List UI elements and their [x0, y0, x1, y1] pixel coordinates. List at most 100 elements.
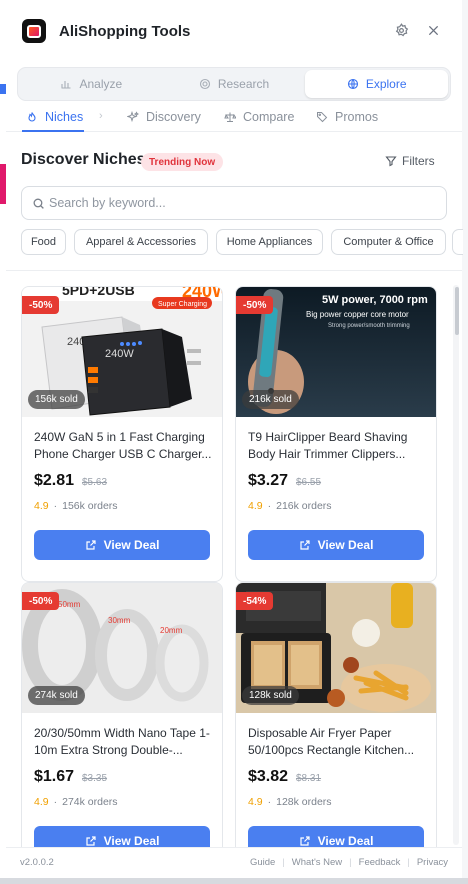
product-image: -54% 128k sold [236, 583, 436, 713]
view-deal-label: View Deal [317, 834, 374, 847]
image-text: Big power copper core motor [306, 310, 409, 319]
search-input[interactable] [49, 196, 429, 210]
chip-computer-office[interactable]: Computer & Office [331, 229, 446, 255]
orders-count: 128k orders [276, 796, 332, 808]
external-link-icon [299, 540, 310, 550]
image-text: Strong power/smooth trimming [328, 323, 410, 329]
image-text: Super Charging [158, 301, 207, 308]
window-edge [0, 878, 468, 884]
filters-button[interactable]: Filters [385, 154, 435, 168]
footer-link-privacy[interactable]: Privacy [417, 857, 448, 868]
view-deal-button[interactable]: View Deal [248, 826, 424, 847]
footer-link-whats-new[interactable]: What's New [292, 857, 342, 868]
segment-label: Research [217, 77, 270, 91]
search-icon [33, 198, 44, 209]
trending-badge: Trending Now [141, 153, 224, 171]
segment-explore[interactable]: Explore [305, 70, 449, 98]
original-price: $3.35 [82, 773, 108, 784]
product-title[interactable]: T9 HairClipper Beard Shaving Body Hair T… [248, 429, 428, 463]
product-title[interactable]: Disposable Air Fryer Paper 50/100pcs Rec… [248, 725, 428, 759]
footer-links: Guide | What's New | Feedback | Privacy [249, 857, 448, 868]
segment-label: Explore [365, 77, 407, 91]
product-meta: 4.9 · 274k orders [34, 796, 118, 808]
external-link-icon [299, 836, 310, 846]
view-deal-label: View Deal [103, 834, 160, 847]
sold-badge: 216k sold [242, 390, 299, 409]
chip-food[interactable]: Food [21, 229, 66, 255]
image-text: 20mm [160, 626, 183, 635]
background-page-fragment [0, 164, 6, 204]
rating: 4.9 [248, 500, 263, 512]
tab-promos[interactable]: Promos [316, 102, 378, 132]
section-title: Discover Niches [21, 151, 146, 168]
svg-text:240W: 240W [105, 348, 134, 360]
sold-badge: 128k sold [242, 686, 299, 705]
product-card[interactable]: 5W power, 7000 rpm Big power copper core… [235, 286, 437, 582]
footer-link-guide[interactable]: Guide [250, 857, 275, 868]
product-title[interactable]: 240W GaN 5 in 1 Fast Charging Phone Char… [34, 429, 214, 463]
product-image: 5W power, 7000 rpm Big power copper core… [236, 287, 436, 417]
scrollbar-thumb[interactable] [455, 287, 459, 335]
app-logo [22, 19, 46, 43]
image-text: 30mm [108, 616, 131, 625]
chip-home-appliances[interactable]: Home Appliances [216, 229, 323, 255]
filter-icon [385, 156, 397, 167]
scale-icon [224, 112, 236, 122]
orders-count: 216k orders [276, 500, 332, 512]
original-price: $6.55 [296, 477, 322, 488]
view-deal-button[interactable]: View Deal [34, 826, 210, 847]
globe-icon [347, 78, 358, 90]
view-deal-button[interactable]: View Deal [248, 530, 424, 560]
product-image: 5PD+2USB 240W Super Charging 240W 240W -… [22, 287, 222, 417]
sold-badge: 156k sold [28, 390, 85, 409]
mode-segmented-control: Analyze Research Explore [17, 67, 451, 101]
background-page-fragment [0, 84, 6, 94]
orders-count: 274k orders [62, 796, 118, 808]
chip-more[interactable] [452, 229, 463, 255]
flame-icon [28, 112, 36, 122]
segment-analyze[interactable]: Analyze [20, 70, 163, 98]
tab-label: Promos [335, 110, 379, 124]
close-icon[interactable] [424, 21, 442, 39]
product-title[interactable]: 20/30/50mm Width Nano Tape 1-10m Extra S… [34, 725, 214, 759]
product-card[interactable]: 5PD+2USB 240W Super Charging 240W 240W -… [21, 286, 223, 582]
version-label: v2.0.0.2 [20, 857, 54, 868]
scrollbar-track[interactable] [453, 285, 459, 845]
product-meta: 4.9 · 156k orders [34, 500, 118, 512]
segment-research[interactable]: Research [163, 70, 306, 98]
product-price: $1.67 [34, 768, 75, 785]
view-deal-button[interactable]: View Deal [34, 530, 210, 560]
footer-link-feedback[interactable]: Feedback [359, 857, 401, 868]
chip-apparel[interactable]: Apparel & Accessories [74, 229, 208, 255]
rating: 4.9 [34, 796, 49, 808]
product-meta: 4.9 · 216k orders [248, 500, 332, 512]
chevron-right-icon: › [99, 110, 103, 122]
discount-badge: -50% [22, 592, 60, 610]
active-tab-indicator [22, 130, 84, 132]
extension-panel: AliShopping Tools Analyze Research Explo… [0, 0, 468, 884]
product-card[interactable]: -54% 128k sold Disposable Air Fryer Pape… [235, 582, 437, 847]
product-price: $3.27 [248, 472, 289, 489]
product-grid: 5PD+2USB 240W Super Charging 240W 240W -… [6, 271, 462, 847]
external-link-icon [85, 540, 96, 550]
settings-gear-icon[interactable] [392, 21, 410, 39]
discount-badge: -50% [22, 296, 60, 314]
tab-discovery[interactable]: Discovery [127, 102, 201, 132]
product-price: $2.81 [34, 472, 75, 489]
product-price: $3.82 [248, 768, 289, 785]
search-box [21, 186, 447, 220]
image-text: 5PD+2USB [62, 287, 135, 298]
view-deal-label: View Deal [317, 538, 374, 552]
tab-compare[interactable]: Compare [224, 102, 294, 132]
tab-label: Discovery [146, 110, 201, 124]
orders-count: 156k orders [62, 500, 118, 512]
product-meta: 4.9 · 128k orders [248, 796, 332, 808]
tab-niches[interactable]: Niches [26, 102, 83, 132]
product-image: 50mm 30mm 20mm -50% 274k sold [22, 583, 222, 713]
rating: 4.9 [34, 500, 49, 512]
original-price: $5.63 [82, 477, 108, 488]
sparkle-icon [127, 111, 139, 123]
product-card[interactable]: 50mm 30mm 20mm -50% 274k sold 20/30/50mm… [21, 582, 223, 847]
app-title: AliShopping Tools [59, 22, 191, 40]
explore-subtabs: Niches › Discovery Compare Promos [6, 102, 462, 132]
